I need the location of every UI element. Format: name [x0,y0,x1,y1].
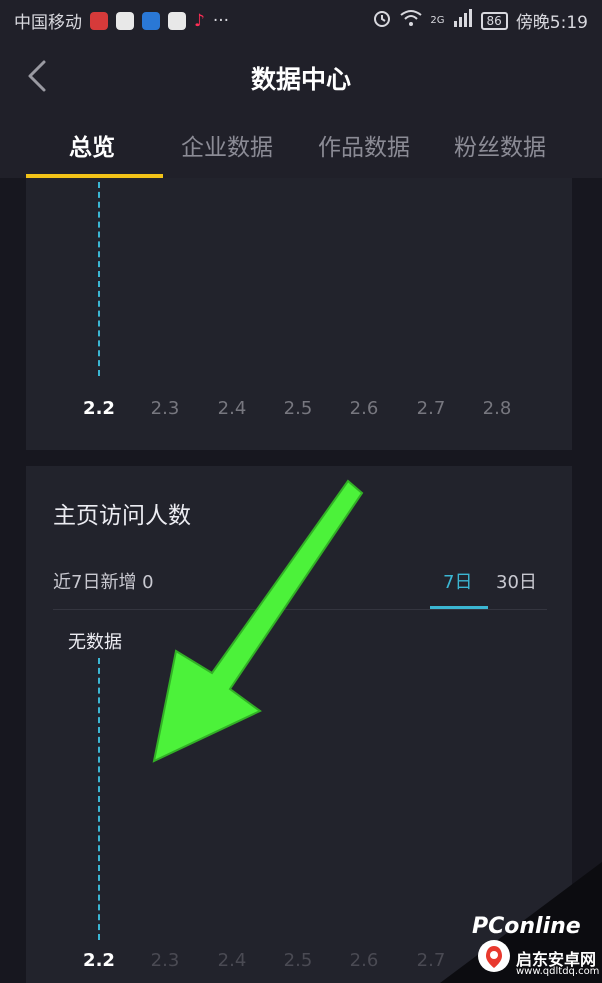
new-visitors-summary: 近7日新增 0 [53,572,154,593]
screen: 中国移动 ♪ ··· 2G 86 傍晚5:19 数据中心 总览 企业数据 作品数… [0,0,602,983]
chart-cursor-line [98,182,100,376]
tab-bar: 总览 企业数据 作品数据 粉丝数据 [0,114,602,178]
watermark-url: www.qdltdq.com [516,966,600,977]
wifi-icon [400,9,423,32]
chart-cursor-line [98,658,100,940]
range-tab-30-days[interactable]: 30日 [496,568,537,594]
no-data-label: 无数据 [68,632,122,653]
carrier-label: 中国移动 [14,13,82,33]
x-tick-label: 2.5 [283,398,313,419]
x-tick-label: 2.6 [349,398,379,419]
more-notifications-icon: ··· [212,10,230,31]
network-type-label: 2G [430,15,445,26]
browser-notification-icon [116,11,134,30]
status-right: 2G 86 傍晚5:19 [372,8,588,33]
watermark: PConline 启东安卓网 www.qdltdq.com [440,862,602,983]
status-left: 中国移动 ♪ ··· [14,8,230,34]
x-tick-label: 2.3 [150,950,180,971]
shield-notification-icon [142,11,160,30]
x-tick-label: 2.4 [217,398,247,419]
x-tick-label: 2.6 [349,950,379,971]
tiktok-notification-icon: ♪ [194,10,205,31]
range-tab-7-days[interactable]: 7日 [443,568,472,594]
watermark-brand: PConline [472,914,581,939]
page-title: 数据中心 [250,65,351,94]
signal-icon [453,9,473,32]
x-tick-label: 2.4 [217,950,247,971]
app-notification-icon [90,11,108,30]
alarm-icon [372,8,392,33]
tab-fans-data[interactable]: 粉丝数据 [454,128,546,162]
watermark-logo-icon [478,940,510,972]
x-tick-label: 2.5 [283,950,313,971]
x-tick-label: 2.2 [83,398,115,419]
clock: 傍晚5:19 [515,13,588,33]
green-arrow-annotation [152,479,364,763]
tab-overview[interactable]: 总览 [69,128,115,162]
chart-card-top: 2.2 2.3 2.4 2.5 2.6 2.7 2.8 [26,178,572,450]
tab-enterprise-data[interactable]: 企业数据 [181,128,273,162]
map-notification-icon [168,11,186,30]
battery-indicator: 86 [480,11,508,30]
x-tick-label: 2.7 [416,398,446,419]
status-bar: 中国移动 ♪ ··· 2G 86 傍晚5:19 [0,0,602,38]
x-tick-label: 2.8 [482,398,512,419]
app-header: 数据中心 [0,38,602,114]
tab-works-data[interactable]: 作品数据 [318,128,410,162]
x-tick-label: 2.2 [83,950,115,971]
x-tick-label: 2.3 [150,398,180,419]
